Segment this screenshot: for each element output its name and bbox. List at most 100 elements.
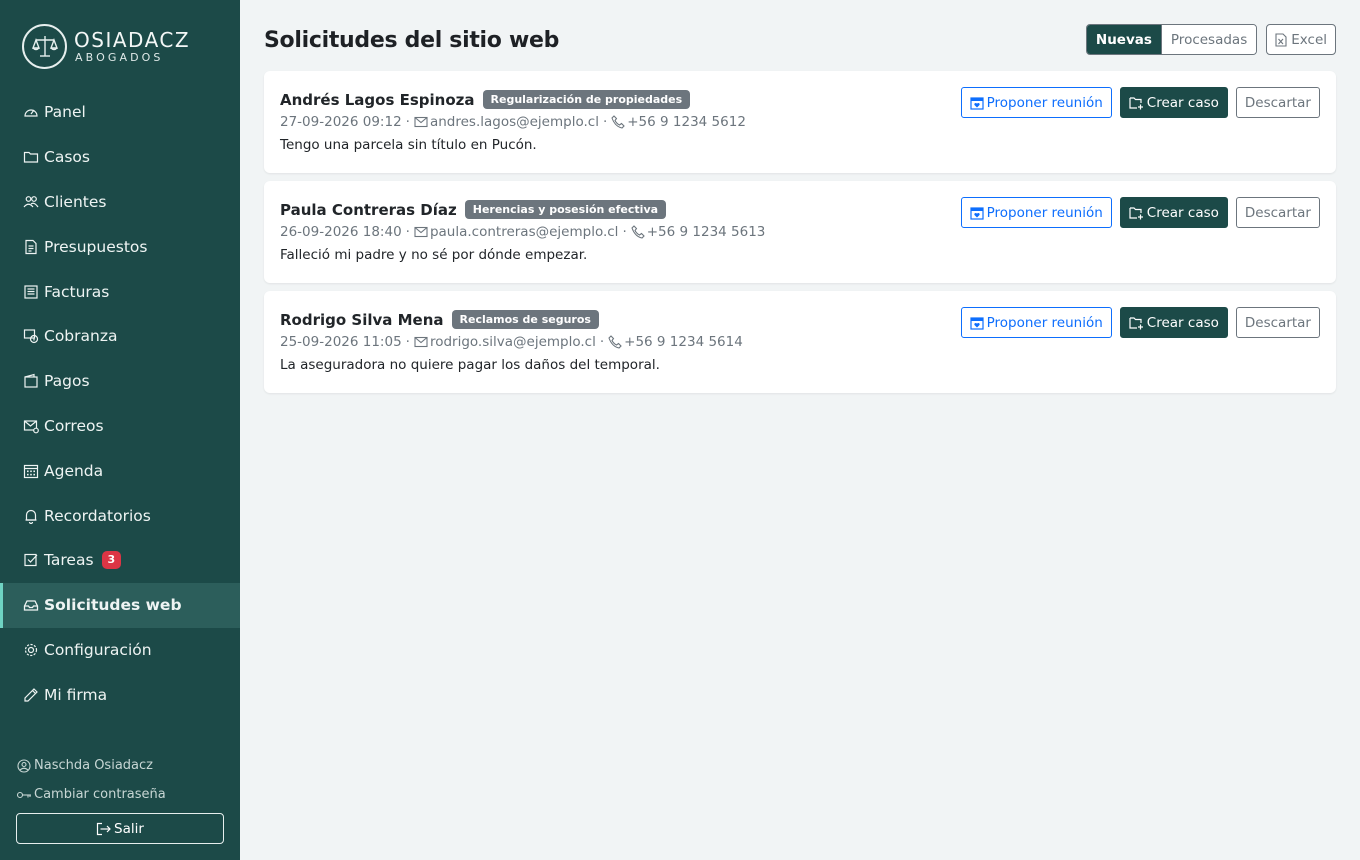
create-case-label: Crear caso (1146, 204, 1219, 221)
cash-icon (22, 327, 40, 345)
sidebar-item-mi-firma[interactable]: Mi firma (0, 672, 240, 717)
sidebar-item-clientes[interactable]: Clientes (0, 180, 240, 225)
export-excel-button[interactable]: Excel (1266, 24, 1336, 55)
propose-meeting-label: Proponer reunión (986, 94, 1103, 111)
logout-icon (96, 822, 111, 836)
sidebar: OSIADACZ ABOGADOS Panel Casos Clientes P… (0, 0, 240, 860)
sidebar-nav: Panel Casos Clientes Presupuestos Factur… (0, 90, 240, 717)
receipt-icon (22, 283, 40, 301)
discard-button[interactable]: Descartar (1235, 307, 1320, 338)
meta-separator: · (599, 333, 605, 350)
sidebar-item-label: Tareas (44, 551, 94, 570)
sidebar-item-correos[interactable]: Correos (0, 404, 240, 449)
request-datetime: 25-09-2026 11:05 (280, 333, 402, 350)
request-phone[interactable]: +56 9 1234 5613 (647, 224, 766, 240)
create-case-button[interactable]: Crear caso (1119, 87, 1228, 118)
propose-meeting-button[interactable]: Proponer reunión (960, 307, 1112, 338)
request-message: Tengo una parcela sin título en Pucón. (280, 137, 537, 153)
propose-meeting-label: Proponer reunión (986, 204, 1103, 221)
request-datetime: 27-09-2026 09:12 (280, 113, 402, 130)
sidebar-item-recordatorios[interactable]: Recordatorios (0, 493, 240, 538)
request-name: Andrés Lagos Espinoza (280, 90, 475, 109)
envelope-icon (414, 226, 428, 238)
sidebar-item-label: Facturas (44, 282, 110, 301)
request-phone[interactable]: +56 9 1234 5612 (627, 114, 746, 130)
wallet-icon (22, 372, 40, 390)
sidebar-item-configuracion[interactable]: Configuración (0, 628, 240, 673)
propose-meeting-label: Proponer reunión (986, 314, 1103, 331)
request-card: Paula Contreras Díaz Herencias y posesió… (264, 181, 1336, 283)
change-password-link[interactable]: Cambiar contraseña (16, 780, 224, 809)
user-name: Naschda Osiadacz (16, 751, 224, 780)
request-phone[interactable]: +56 9 1234 5614 (624, 334, 743, 350)
sidebar-item-solicitudes-web[interactable]: Solicitudes web (0, 582, 240, 628)
request-message: Falleció mi padre y no sé por dónde empe… (280, 247, 588, 263)
sidebar-item-agenda[interactable]: Agenda (0, 448, 240, 493)
phone-icon (611, 114, 626, 129)
phone-icon (631, 224, 645, 239)
gear-icon (22, 641, 40, 659)
sidebar-item-label: Pagos (44, 372, 90, 391)
tasks-count-badge: 3 (101, 551, 122, 570)
propose-meeting-button[interactable]: Proponer reunión (960, 87, 1112, 118)
toolbar: Nuevas Procesadas Excel (1085, 24, 1336, 55)
request-email[interactable]: rodrigo.silva@ejemplo.cl (430, 334, 596, 350)
calendar-heart-icon (970, 206, 984, 220)
sidebar-item-label: Recordatorios (44, 506, 151, 525)
envelope-icon (414, 336, 428, 348)
sidebar-item-label: Correos (44, 416, 104, 435)
discard-button[interactable]: Descartar (1235, 87, 1320, 118)
sidebar-item-label: Panel (44, 103, 86, 122)
request-category-tag: Herencias y posesión efectiva (464, 200, 667, 219)
calendar-heart-icon (970, 96, 984, 110)
create-case-label: Crear caso (1146, 94, 1219, 111)
people-icon (22, 193, 40, 211)
checkbox-icon (22, 551, 40, 569)
folder-plus-icon (1129, 96, 1144, 110)
sidebar-item-facturas[interactable]: Facturas (0, 269, 240, 314)
sidebar-item-cobranza[interactable]: Cobranza (0, 314, 240, 359)
folder-plus-icon (1129, 316, 1144, 330)
meta-separator: · (405, 223, 410, 240)
sidebar-item-panel[interactable]: Panel (0, 90, 240, 135)
create-case-button[interactable]: Crear caso (1119, 307, 1228, 338)
calendar-heart-icon (970, 316, 984, 330)
user-name-text: Naschda Osiadacz (34, 758, 153, 773)
sidebar-item-tareas[interactable]: Tareas 3 (0, 538, 240, 583)
request-card: Andrés Lagos Espinoza Regularización de … (264, 71, 1336, 173)
meta-separator: · (405, 333, 410, 350)
create-case-button[interactable]: Crear caso (1119, 197, 1228, 228)
logout-button[interactable]: Salir (16, 813, 224, 844)
request-actions: Proponer reunión Crear caso Descartar (953, 87, 1320, 118)
sidebar-item-presupuestos[interactable]: Presupuestos (0, 224, 240, 269)
filter-processed-button[interactable]: Procesadas (1160, 25, 1257, 54)
scales-icon (22, 24, 67, 69)
request-email[interactable]: andres.lagos@ejemplo.cl (430, 114, 599, 130)
requests-list: Andrés Lagos Espinoza Regularización de … (264, 71, 1336, 401)
request-card: Rodrigo Silva Mena Reclamos de seguros 2… (264, 291, 1336, 393)
propose-meeting-button[interactable]: Proponer reunión (960, 197, 1112, 228)
logout-label: Salir (114, 820, 144, 837)
folder-icon (22, 148, 40, 166)
request-email[interactable]: paula.contreras@ejemplo.cl (430, 224, 618, 240)
brand[interactable]: OSIADACZ ABOGADOS (22, 24, 190, 69)
discard-button[interactable]: Descartar (1235, 197, 1320, 228)
filter-new-button[interactable]: Nuevas (1086, 25, 1161, 54)
envelope-icon (414, 116, 428, 128)
export-excel-label: Excel (1291, 31, 1327, 48)
request-category-tag: Reclamos de seguros (451, 310, 599, 329)
meta-separator: · (602, 113, 608, 130)
meta-separator: · (405, 113, 410, 130)
request-actions: Proponer reunión Crear caso Descartar (953, 197, 1320, 228)
user-area: Naschda Osiadacz Cambiar contraseña Sali… (16, 751, 224, 844)
meta-separator: · (622, 223, 627, 240)
sidebar-item-casos[interactable]: Casos (0, 135, 240, 180)
phone-icon (608, 334, 622, 349)
sidebar-item-label: Casos (44, 148, 90, 167)
request-name: Rodrigo Silva Mena (280, 310, 444, 329)
calendar-icon (22, 462, 40, 480)
sidebar-item-pagos[interactable]: Pagos (0, 359, 240, 404)
sidebar-item-label: Agenda (44, 461, 104, 480)
status-filter: Nuevas Procesadas (1085, 24, 1258, 55)
sidebar-item-label: Presupuestos (44, 237, 148, 256)
